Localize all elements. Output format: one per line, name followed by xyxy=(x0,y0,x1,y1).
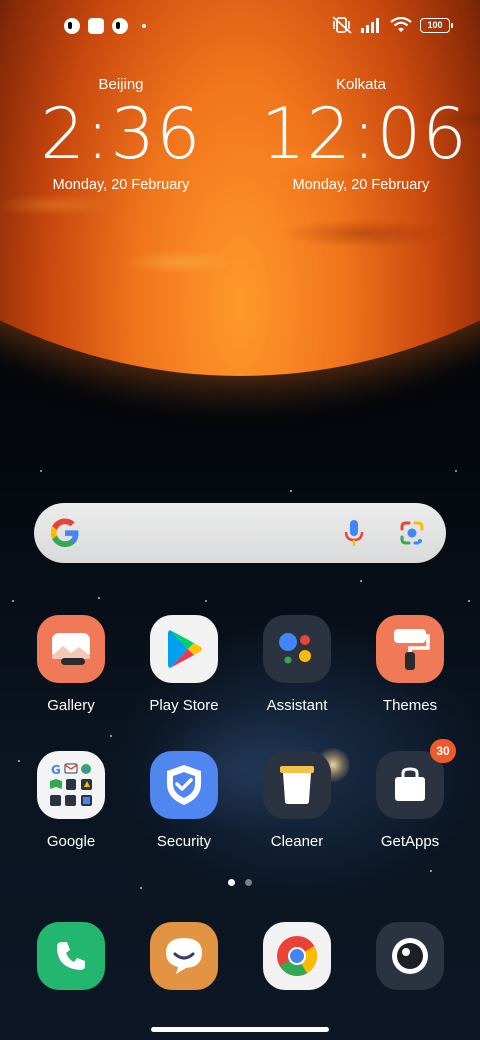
assistant-icon xyxy=(263,615,331,683)
dock-phone[interactable] xyxy=(37,922,105,990)
cleaner-icon xyxy=(263,751,331,819)
app-label: Play Store xyxy=(149,697,219,714)
google-g-icon xyxy=(50,518,79,547)
phone-icon xyxy=(57,942,85,970)
status-bar: 100 xyxy=(0,0,480,56)
app-label: GetApps xyxy=(380,833,440,850)
page-dot-active xyxy=(228,879,235,886)
app-label: Themes xyxy=(382,697,438,714)
wifi-icon xyxy=(390,17,412,32)
app-label: Gallery xyxy=(47,697,95,714)
dock-messages[interactable] xyxy=(150,922,218,990)
clock-date: Monday, 20 February xyxy=(52,177,190,193)
more-notifications-dot-icon xyxy=(142,24,146,28)
themes-icon xyxy=(376,615,444,683)
clock-date: Monday, 20 February xyxy=(292,177,430,193)
clock-city: Kolkata xyxy=(335,76,387,93)
app-cleaner[interactable]: Cleaner xyxy=(242,751,352,850)
page-dot xyxy=(245,879,252,886)
clock-widget-kolkata[interactable]: Kolkata 12:06 Monday, 20 February xyxy=(261,76,468,193)
app-gallery[interactable]: Gallery xyxy=(16,615,126,714)
getapps-bag-icon: 30 xyxy=(376,739,456,819)
app-play-store[interactable]: Play Store xyxy=(129,615,239,714)
security-shield-icon xyxy=(150,751,218,819)
chrome-icon xyxy=(277,936,317,976)
system-icons: 100 xyxy=(332,16,453,34)
camera-icon xyxy=(392,938,428,974)
notification-app-icon xyxy=(112,18,128,34)
svg-text:G: G xyxy=(51,763,61,777)
clock-city: Beijing xyxy=(98,76,144,93)
page-indicator xyxy=(228,879,252,886)
notification-badge: 30 xyxy=(430,739,456,763)
app-label: Security xyxy=(156,833,212,850)
messages-icon xyxy=(166,938,202,974)
clock-time: 12:06 xyxy=(261,93,468,175)
notification-square-icon xyxy=(88,18,104,34)
notification-app-icon xyxy=(64,18,80,34)
vibrate-muted-icon xyxy=(332,16,352,34)
clock-time: 2:36 xyxy=(40,93,202,175)
battery-icon: 100 xyxy=(420,17,453,33)
microphone-icon[interactable] xyxy=(342,519,366,547)
app-label: Google xyxy=(46,833,96,850)
dock-chrome[interactable] xyxy=(263,922,331,990)
app-assistant[interactable]: Assistant xyxy=(242,615,352,714)
app-label: Assistant xyxy=(266,697,328,714)
battery-level: 100 xyxy=(427,20,443,30)
app-themes[interactable]: Themes xyxy=(355,615,465,714)
clock-widget-beijing[interactable]: Beijing 2:36 Monday, 20 February xyxy=(21,76,221,193)
signal-icon xyxy=(361,18,379,33)
app-google-folder[interactable]: G Google xyxy=(16,751,126,850)
google-folder-icon: G xyxy=(37,751,105,819)
home-gesture-bar[interactable] xyxy=(151,1027,329,1032)
notification-icons xyxy=(64,18,146,34)
app-getapps[interactable]: 30 GetApps xyxy=(355,739,465,850)
dock-camera[interactable] xyxy=(376,922,444,990)
google-lens-icon[interactable] xyxy=(398,519,426,547)
play-store-icon xyxy=(150,615,218,683)
google-search-bar[interactable] xyxy=(34,503,446,563)
gallery-icon xyxy=(37,615,105,683)
app-label: Cleaner xyxy=(270,833,324,850)
app-security[interactable]: Security xyxy=(129,751,239,850)
